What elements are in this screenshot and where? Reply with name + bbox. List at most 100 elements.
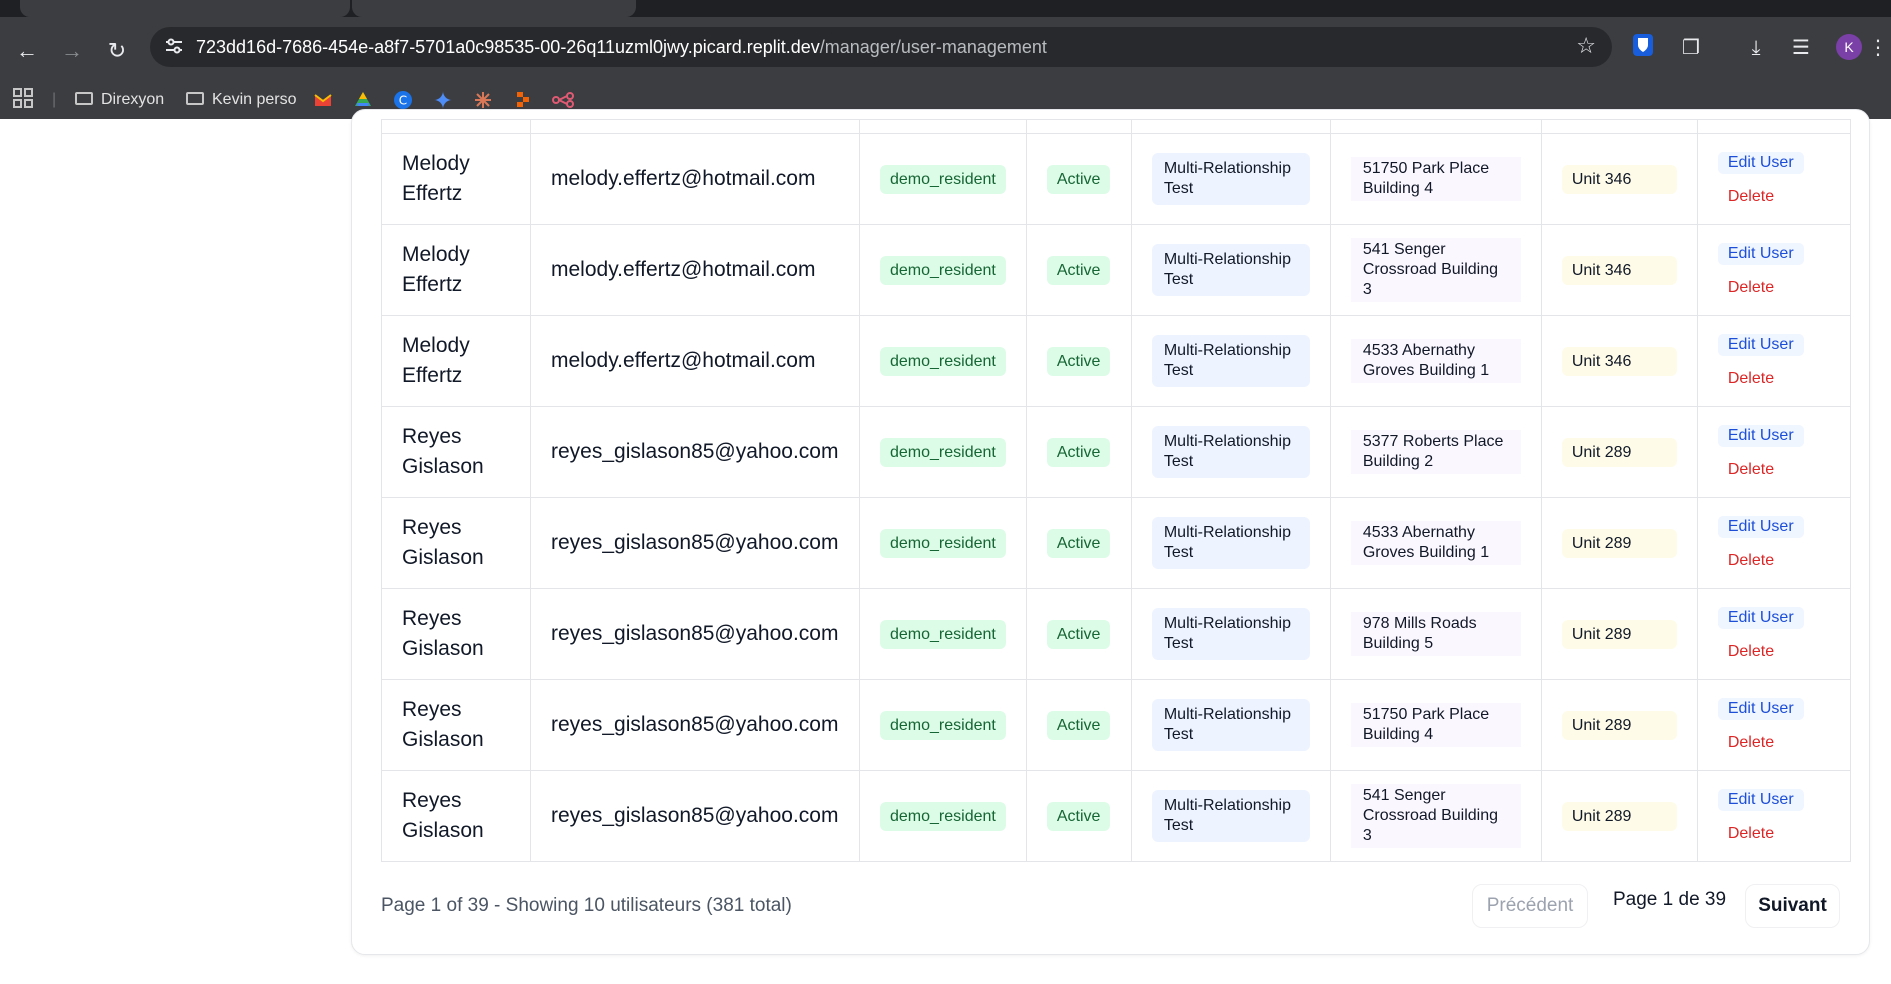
reload-icon[interactable]: ↻ bbox=[102, 36, 132, 66]
table-row: Reyes Gislason reyes_gislason85@yahoo.com… bbox=[381, 406, 1851, 498]
status-badge: Active bbox=[1046, 255, 1111, 285]
url-host: 723dd16d-7686-454e-a8f7-5701a0c98535-00-… bbox=[196, 37, 820, 57]
status-badge: Active bbox=[1046, 710, 1111, 740]
delete-user-button[interactable]: Delete bbox=[1718, 552, 1830, 570]
actions-cell: Edit User Delete bbox=[1696, 679, 1851, 771]
claude-icon[interactable] bbox=[474, 91, 492, 109]
back-icon[interactable]: ← bbox=[12, 36, 42, 66]
extensions-puzzle-icon[interactable]: ❐ bbox=[1676, 33, 1706, 63]
unit-badge: Unit 289 bbox=[1561, 710, 1677, 740]
bookmark-folder-direxyon[interactable]: Direxyon bbox=[75, 81, 164, 119]
status-badge: Active bbox=[1046, 619, 1111, 649]
address-bar[interactable]: 723dd16d-7686-454e-a8f7-5701a0c98535-00-… bbox=[150, 27, 1612, 67]
unit-badge: Unit 289 bbox=[1561, 619, 1677, 649]
actions-cell: Edit User Delete bbox=[1696, 133, 1851, 225]
user-name: Melody Effertz bbox=[402, 334, 470, 387]
unit-badge: Unit 346 bbox=[1561, 346, 1677, 376]
user-name-cell: Melody Effertz bbox=[381, 315, 531, 407]
edit-user-button[interactable]: Edit User bbox=[1717, 698, 1804, 720]
gemini-icon[interactable] bbox=[434, 91, 452, 109]
profile-avatar[interactable]: K bbox=[1836, 34, 1862, 60]
site-settings-icon[interactable] bbox=[164, 36, 184, 56]
table-row: Reyes Gislason reyes_gislason85@yahoo.com… bbox=[381, 770, 1851, 862]
user-email-cell: melody.effertz@hotmail.com bbox=[530, 315, 860, 407]
building-cell: 51750 Park Place Building 4 bbox=[1329, 679, 1542, 771]
canva-icon[interactable]: C bbox=[394, 91, 412, 109]
user-name-cell: Reyes Gislason bbox=[381, 679, 531, 771]
building-badge: 541 Senger Crossroad Building 3 bbox=[1350, 238, 1521, 302]
user-name: Reyes Gislason bbox=[402, 698, 484, 751]
previous-page-button[interactable]: Précédent bbox=[1472, 884, 1588, 928]
bitwarden-shield-icon[interactable] bbox=[1628, 33, 1658, 63]
organization-badge: Multi-Relationship Test bbox=[1151, 335, 1310, 387]
role-cell: demo_resident bbox=[859, 315, 1027, 407]
user-name: Reyes Gislason bbox=[402, 425, 484, 478]
building-badge: 4533 Abernathy Groves Building 1 bbox=[1350, 521, 1521, 565]
delete-user-button[interactable]: Delete bbox=[1718, 370, 1830, 388]
table-row: Melody Effertz melody.effertz@hotmail.com… bbox=[381, 224, 1851, 316]
role-cell: demo_resident bbox=[859, 406, 1027, 498]
pagination-summary: Page 1 of 39 - Showing 10 utilisateurs (… bbox=[381, 895, 792, 916]
user-name-cell: Reyes Gislason bbox=[381, 770, 531, 862]
workflow-icon[interactable] bbox=[552, 91, 574, 109]
role-cell: demo_resident bbox=[859, 679, 1027, 771]
role-cell: demo_resident bbox=[859, 770, 1027, 862]
browser-tab-strip bbox=[0, 0, 1891, 17]
apps-grid-icon[interactable] bbox=[13, 81, 33, 119]
edit-user-button[interactable]: Edit User bbox=[1717, 152, 1804, 174]
media-control-icon[interactable]: ☰ bbox=[1786, 33, 1816, 63]
user-email-cell: melody.effertz@hotmail.com bbox=[530, 133, 860, 225]
building-cell: 541 Senger Crossroad Building 3 bbox=[1329, 224, 1542, 316]
edit-user-button[interactable]: Edit User bbox=[1717, 425, 1804, 447]
edit-user-button[interactable]: Edit User bbox=[1717, 607, 1804, 629]
status-badge: Active bbox=[1046, 346, 1111, 376]
gmail-icon[interactable] bbox=[314, 91, 332, 109]
edit-user-button[interactable]: Edit User bbox=[1717, 516, 1804, 538]
unit-badge: Unit 346 bbox=[1561, 164, 1677, 194]
user-email-cell: reyes_gislason85@yahoo.com bbox=[530, 679, 860, 771]
more-menu-icon[interactable]: ⋮ bbox=[1868, 33, 1888, 63]
edit-user-button[interactable]: Edit User bbox=[1717, 789, 1804, 811]
download-icon[interactable]: ⤓ bbox=[1741, 33, 1771, 63]
organization-badge: Multi-Relationship Test bbox=[1151, 790, 1310, 842]
status-cell: Active bbox=[1025, 133, 1132, 225]
browser-tab[interactable] bbox=[20, 0, 350, 17]
folder-icon bbox=[186, 92, 204, 105]
delete-user-button[interactable]: Delete bbox=[1718, 825, 1830, 843]
bookmark-star-icon[interactable]: ☆ bbox=[1576, 33, 1596, 59]
google-drive-icon[interactable] bbox=[354, 91, 372, 109]
user-name-cell: Reyes Gislason bbox=[381, 588, 531, 680]
status-cell: Active bbox=[1025, 497, 1132, 589]
delete-user-button[interactable]: Delete bbox=[1718, 188, 1830, 206]
unit-cell: Unit 289 bbox=[1540, 679, 1698, 771]
unit-cell: Unit 346 bbox=[1540, 224, 1698, 316]
building-cell: 541 Senger Crossroad Building 3 bbox=[1329, 770, 1542, 862]
organization-badge: Multi-Relationship Test bbox=[1151, 426, 1310, 478]
status-cell: Active bbox=[1025, 770, 1132, 862]
building-cell: 4533 Abernathy Groves Building 1 bbox=[1329, 497, 1542, 589]
bookmark-folder-kevin-perso[interactable]: Kevin perso bbox=[186, 81, 297, 119]
table-row: Reyes Gislason reyes_gislason85@yahoo.com… bbox=[381, 679, 1851, 771]
role-badge: demo_resident bbox=[880, 710, 1006, 740]
building-badge: 51750 Park Place Building 4 bbox=[1350, 703, 1521, 747]
edit-user-button[interactable]: Edit User bbox=[1717, 334, 1804, 356]
replit-icon[interactable] bbox=[514, 91, 532, 109]
browser-tab-active[interactable] bbox=[352, 0, 636, 17]
actions-cell: Edit User Delete bbox=[1696, 497, 1851, 589]
delete-user-button[interactable]: Delete bbox=[1718, 643, 1830, 661]
role-cell: demo_resident bbox=[859, 497, 1027, 589]
user-email-cell: reyes_gislason85@yahoo.com bbox=[530, 406, 860, 498]
delete-user-button[interactable]: Delete bbox=[1718, 461, 1830, 479]
status-badge: Active bbox=[1046, 437, 1111, 467]
role-badge: demo_resident bbox=[880, 346, 1006, 376]
role-cell: demo_resident bbox=[859, 588, 1027, 680]
forward-icon[interactable]: → bbox=[57, 36, 87, 66]
delete-user-button[interactable]: Delete bbox=[1718, 734, 1830, 752]
delete-user-button[interactable]: Delete bbox=[1718, 279, 1830, 297]
unit-badge: Unit 346 bbox=[1561, 255, 1677, 285]
next-page-button[interactable]: Suivant bbox=[1745, 884, 1840, 928]
unit-cell: Unit 346 bbox=[1540, 315, 1698, 407]
edit-user-button[interactable]: Edit User bbox=[1717, 243, 1804, 265]
user-email: reyes_gislason85@yahoo.com bbox=[551, 622, 839, 645]
user-name-cell: Melody Effertz bbox=[381, 133, 531, 225]
